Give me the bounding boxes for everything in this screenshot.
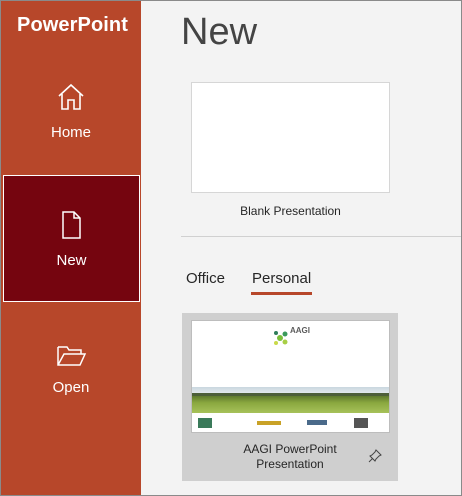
tab-personal[interactable]: Personal (252, 270, 311, 287)
folder-open-icon (57, 346, 87, 366)
home-icon (58, 83, 84, 110)
blank-presentation-label[interactable]: Blank Presentation (191, 204, 390, 218)
new-document-icon (62, 211, 81, 239)
app-title: PowerPoint (17, 14, 129, 36)
tab-selected-indicator (251, 292, 312, 295)
template-card-aagi[interactable]: AAGI AAGI PowerPoint Presentation (182, 313, 398, 481)
template-label: AAGI PowerPoint Presentation (243, 442, 337, 471)
sidebar-item-label: Open (52, 379, 90, 396)
sidebar-item-open[interactable]: Open (1, 319, 141, 429)
powerpoint-backstage-window: PowerPoint Home New Open New Blank Prese… (0, 0, 462, 496)
template-footer-logos (192, 413, 389, 432)
divider (181, 236, 461, 237)
blank-presentation-thumbnail[interactable] (191, 82, 390, 193)
tab-office[interactable]: Office (186, 270, 225, 287)
aagi-logo-text: AAGI (290, 326, 310, 335)
sidebar-item-home[interactable]: Home (1, 63, 141, 173)
wheat-field-image (192, 387, 389, 413)
sidebar: PowerPoint Home New Open (1, 1, 141, 495)
main-panel: New Blank Presentation Office Personal A… (141, 1, 461, 495)
pin-icon[interactable] (368, 449, 382, 463)
sidebar-item-new[interactable]: New (3, 175, 140, 302)
template-thumbnail: AAGI (191, 320, 390, 433)
page-title: New (181, 11, 258, 53)
sidebar-item-label: New (56, 252, 87, 269)
sidebar-item-label: Home (50, 124, 91, 141)
